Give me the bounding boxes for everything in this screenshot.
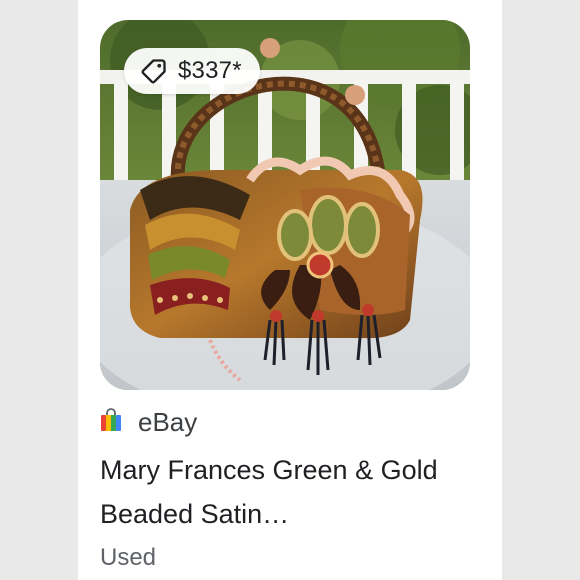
shopping-bag-icon	[100, 407, 122, 437]
price-tag-icon	[140, 57, 168, 85]
product-title[interactable]: Mary Frances Green & Gold Beaded Satin…	[100, 448, 480, 536]
source-row[interactable]: eBay	[100, 404, 197, 440]
source-name[interactable]: eBay	[138, 407, 197, 438]
price-label: $337*	[178, 57, 242, 84]
product-image[interactable]: $337*	[100, 20, 470, 390]
product-condition: Used	[100, 544, 157, 571]
price-badge: $337*	[124, 48, 260, 94]
product-card[interactable]: $337* eBay Mary Frances Green & Gold Bea…	[78, 0, 502, 580]
left-margin	[0, 0, 78, 580]
right-margin	[502, 0, 580, 580]
